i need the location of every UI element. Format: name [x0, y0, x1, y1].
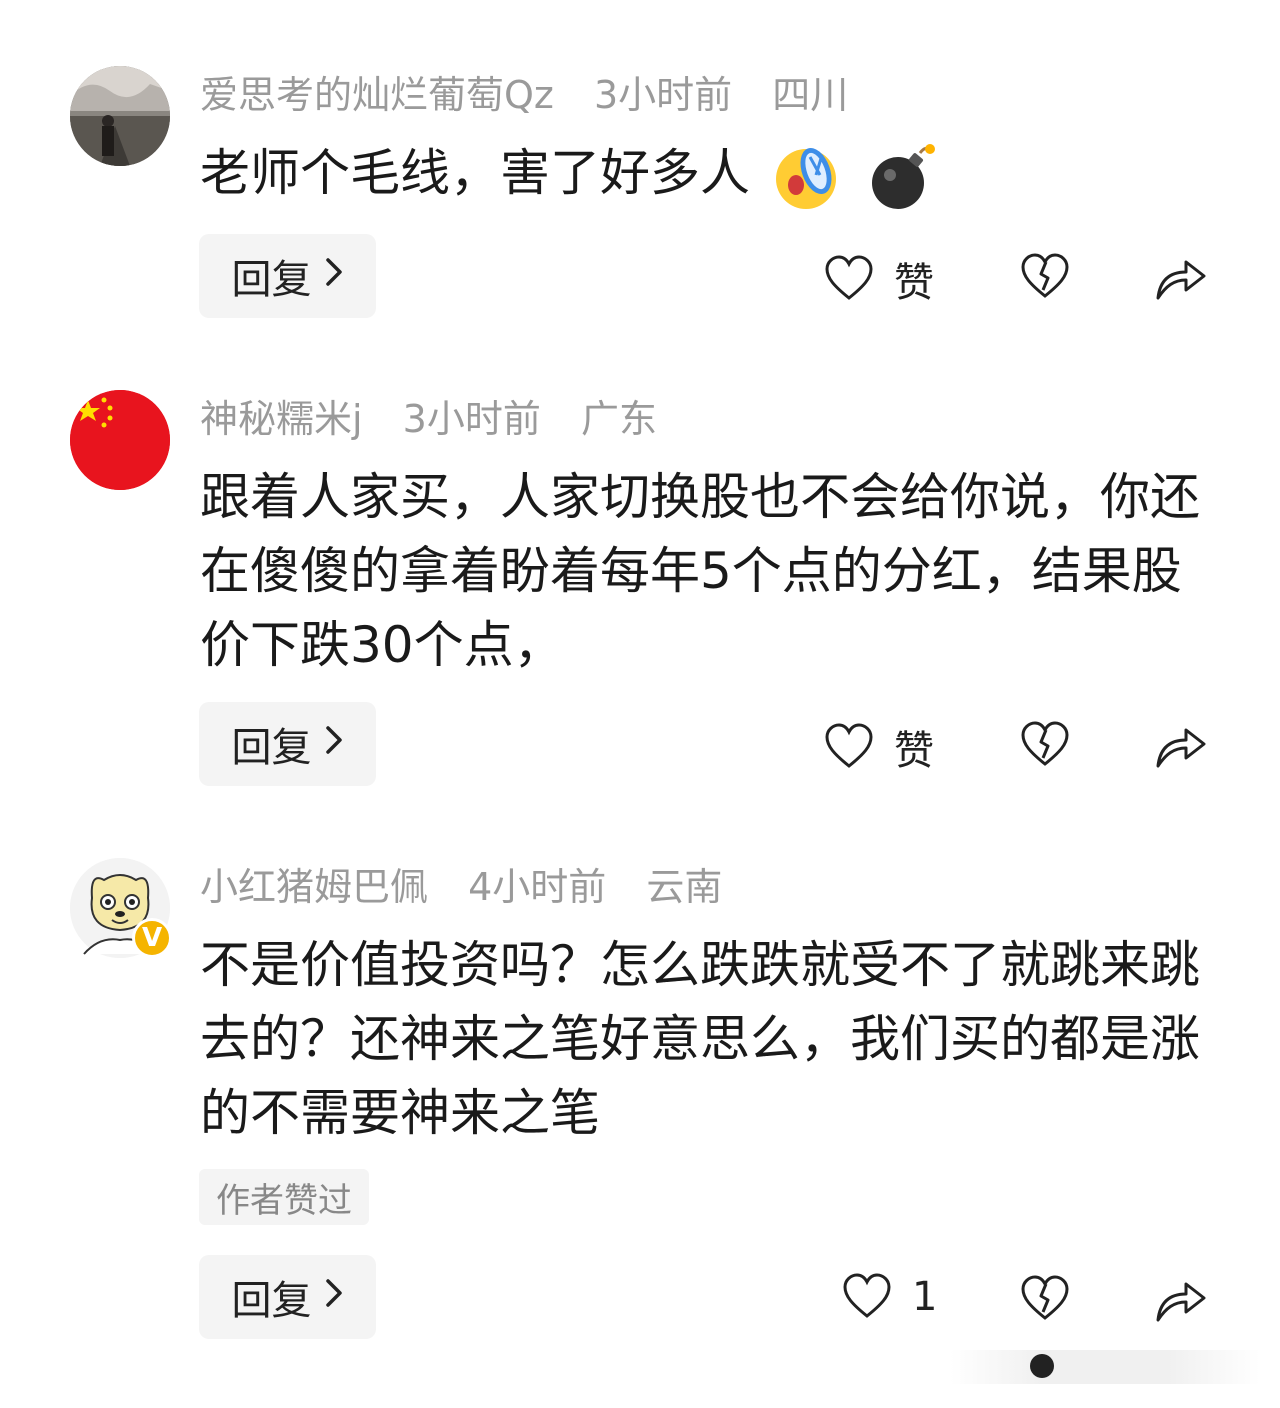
avatar-photo-icon [70, 66, 170, 166]
like-count: 1 [912, 1274, 938, 1320]
verified-badge: V [132, 918, 172, 958]
scroll-indicator-thumb [1030, 1354, 1054, 1378]
comment-meta: 小红猪姆巴佩 4小时前 云南 [200, 864, 750, 910]
location: 广东 [580, 397, 657, 441]
avatar[interactable]: V [70, 858, 172, 958]
like-button[interactable]: 赞 [824, 718, 934, 776]
reply-button[interactable]: 回复 [199, 234, 376, 318]
like-button[interactable]: 赞 [824, 250, 934, 308]
like-button[interactable]: 1 [842, 1272, 937, 1322]
avatar[interactable] [70, 390, 170, 490]
author-liked-tag: 作者赞过 [199, 1169, 369, 1225]
reply-button[interactable]: 回复 [199, 1255, 376, 1339]
username[interactable]: 小红猪姆巴佩 [200, 865, 428, 909]
comment-text: 老师个毛线，害了好多人 [200, 144, 750, 202]
chevron-right-icon [324, 1277, 344, 1318]
share-icon[interactable] [1154, 720, 1208, 770]
heart-icon [825, 723, 873, 768]
share-icon[interactable] [1154, 1274, 1208, 1324]
verified-badge-label: V [141, 923, 163, 953]
dislike-broken-heart-icon[interactable] [1020, 1274, 1070, 1324]
reply-label: 回复 [231, 1278, 312, 1324]
share-icon[interactable] [1154, 252, 1208, 302]
reply-label: 回复 [231, 257, 312, 303]
bomb-icon [871, 143, 935, 209]
reply-label: 回复 [231, 725, 312, 771]
heart-icon [843, 1273, 891, 1318]
heart-icon [825, 255, 873, 300]
timestamp: 4小时前 [468, 865, 607, 909]
location: 四川 [772, 73, 849, 117]
username[interactable]: 神秘糯米j [200, 397, 363, 441]
like-label: 赞 [894, 260, 934, 306]
chevron-right-icon [324, 256, 344, 297]
timestamp: 3小时前 [402, 397, 541, 441]
chevron-right-icon [324, 724, 344, 765]
comment-text-wrap: 老师个毛线，害了好多人 [200, 136, 1210, 213]
location: 云南 [646, 865, 723, 909]
comment-meta: 爱思考的灿烂葡萄Qz 3小时前 四川 [200, 72, 876, 118]
username[interactable]: 爱思考的灿烂葡萄Qz [200, 73, 554, 117]
comment-text: 不是价值投资吗？怎么跌跌就受不了就跳来跳去的？还神来之笔好意思么，我们买的都是涨… [200, 936, 1200, 1142]
china-flag-icon [70, 390, 170, 490]
comment-text: 跟着人家买，人家切换股也不会给你说，你还在傻傻的拿着盼着每年5个点的分红，结果股… [200, 468, 1200, 674]
avatar[interactable] [70, 66, 170, 166]
dislike-broken-heart-icon[interactable] [1020, 720, 1070, 770]
timestamp: 3小时前 [593, 73, 733, 117]
reply-button[interactable]: 回复 [199, 702, 376, 786]
like-label: 赞 [894, 728, 934, 774]
dislike-broken-heart-icon[interactable] [1020, 252, 1070, 302]
face-with-sandal-icon [775, 147, 836, 209]
comment-meta: 神秘糯米j 3小时前 广东 [200, 396, 685, 442]
scroll-indicator-track [950, 1350, 1260, 1384]
